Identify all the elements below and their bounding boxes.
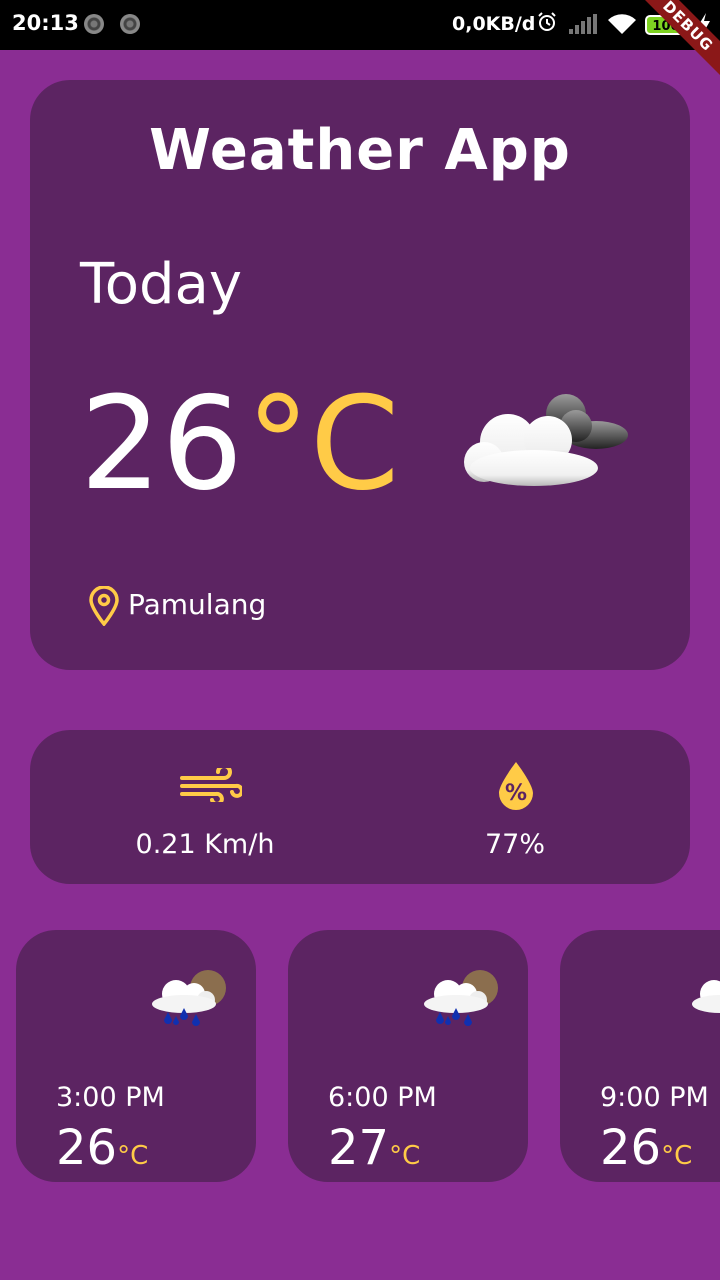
forecast-temperature: 27°C: [328, 1120, 421, 1176]
rain-cloud-icon: [424, 970, 498, 1026]
network-speed: 0,0KB/d: [452, 13, 536, 35]
forecast-time: 3:00 PM: [56, 1082, 165, 1113]
location-pin-icon: [89, 586, 119, 626]
status-bar: 20:13 0,0KB/d 100: [0, 0, 720, 50]
page-title: Weather App: [149, 118, 571, 183]
forecast-time: 9:00 PM: [600, 1082, 709, 1113]
cloud-icon: [692, 980, 720, 1013]
forecast-temperature: 26°C: [56, 1120, 149, 1176]
humidity-icon: %: [499, 762, 533, 810]
temperature-unit: °C: [246, 370, 400, 519]
rain-cloud-icon: [152, 970, 226, 1026]
forecast-card[interactable]: 3:00 PM 26°C: [16, 930, 256, 1182]
current-temperature: 26: [80, 370, 243, 519]
notification-icon: [84, 14, 104, 34]
forecast-card[interactable]: 9:00 PM 26°C: [560, 930, 720, 1182]
svg-text:%: %: [505, 781, 527, 806]
alarm-icon: [538, 12, 556, 31]
day-label: Today: [80, 252, 242, 317]
partly-cloudy-night-icon: [464, 394, 628, 486]
forecast-card[interactable]: 6:00 PM 27°C: [288, 930, 528, 1182]
forecast-temperature: 26°C: [600, 1120, 693, 1176]
signal-icon: [569, 14, 597, 34]
humidity-value: 77%: [484, 829, 545, 860]
forecast-time: 6:00 PM: [328, 1082, 437, 1113]
status-time: 20:13: [12, 11, 79, 35]
location-name: Pamulang: [128, 588, 267, 621]
wifi-icon: [608, 14, 636, 35]
notification-icon: [120, 14, 140, 34]
wind-speed: 0.21 Km/h: [135, 829, 275, 860]
stats-card: [30, 730, 690, 884]
wind-icon: [180, 768, 242, 802]
